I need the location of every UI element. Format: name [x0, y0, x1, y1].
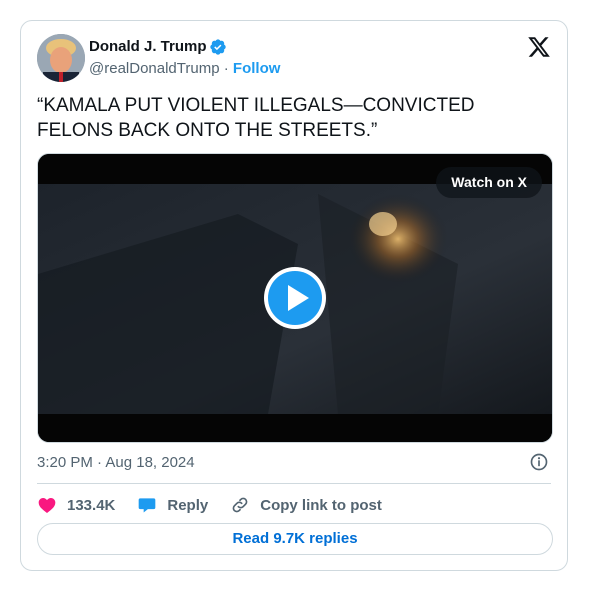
- copy-link-label: Copy link to post: [260, 496, 382, 514]
- heart-icon: [38, 498, 56, 513]
- author-name[interactable]: Donald J. Trump: [89, 38, 207, 55]
- verified-badge-icon: [210, 39, 226, 55]
- watch-on-x-button[interactable]: Watch on X: [436, 167, 542, 198]
- timestamp[interactable]: 3:20 PM · Aug 18, 2024: [37, 454, 195, 471]
- x-logo-icon[interactable]: [527, 35, 551, 59]
- reply-label: Reply: [167, 496, 209, 514]
- separator-dot: ·: [223, 60, 229, 77]
- avatar-image: [37, 34, 85, 82]
- like-count: 133.4K: [67, 496, 116, 514]
- tweet-text: “KAMALA PUT VIOLENT ILLEGALS—CONVICTED F…: [37, 95, 475, 141]
- reply-button[interactable]: Reply: [137, 495, 208, 515]
- copy-link-button[interactable]: Copy link to post: [230, 495, 382, 515]
- video-player[interactable]: Watch on X: [37, 153, 553, 443]
- avatar[interactable]: [37, 34, 85, 82]
- tweet-card: Donald J. Trump @realDonaldTrump · Follo…: [20, 20, 568, 571]
- like-button[interactable]: 133.4K: [37, 495, 115, 515]
- author-handle-row: @realDonaldTrump · Follow: [89, 60, 280, 77]
- reply-bubble-icon: [139, 498, 156, 513]
- read-replies-button[interactable]: Read 9.7K replies: [37, 523, 553, 555]
- author-handle[interactable]: @realDonaldTrump: [89, 60, 220, 77]
- info-icon[interactable]: [529, 452, 549, 472]
- link-icon: [232, 497, 248, 513]
- divider: [37, 483, 551, 484]
- play-icon[interactable]: [263, 266, 327, 330]
- follow-button[interactable]: Follow: [233, 60, 281, 77]
- action-bar: 133.4K Reply Copy link to post: [37, 493, 404, 517]
